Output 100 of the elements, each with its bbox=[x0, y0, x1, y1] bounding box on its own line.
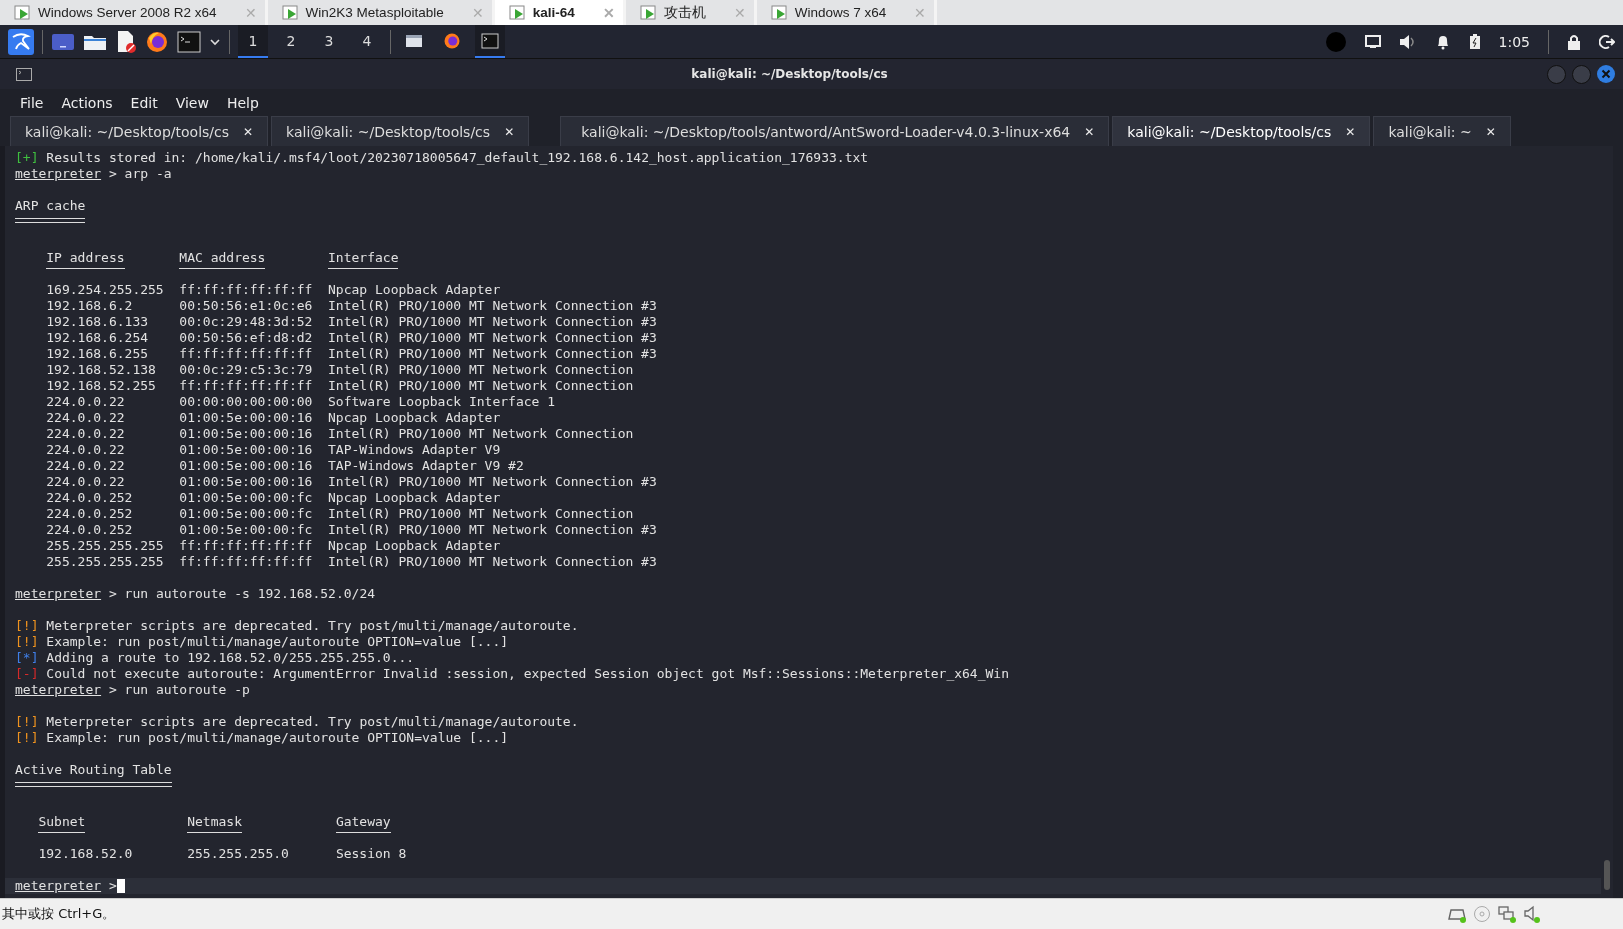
close-button[interactable] bbox=[1597, 65, 1615, 83]
volume-icon[interactable] bbox=[1398, 33, 1417, 50]
caret-icon[interactable] bbox=[209, 36, 221, 47]
vm-icon bbox=[639, 4, 658, 21]
table-cell: Intel(R) PRO/1000 MT Network Connection #3 bbox=[328, 298, 657, 313]
menu-item[interactable]: Edit bbox=[130, 94, 158, 111]
column-header: Subnet bbox=[38, 814, 86, 829]
close-icon[interactable]: ✕ bbox=[1084, 124, 1095, 139]
network-adapter-icon[interactable] bbox=[1497, 905, 1517, 923]
output-line: [!] Example: run post/multi/manage/autoroute OPTION=value [...] bbox=[15, 634, 510, 650]
terminal-tab[interactable]: kali@kali: ~/Desktop/tools/cs ✕ bbox=[271, 116, 530, 146]
table-cell: Software Loopback Interface 1 bbox=[328, 394, 556, 409]
table-cell: Intel(R) PRO/1000 MT Network Connection bbox=[328, 362, 634, 377]
table-cell: 255.255.255.255 bbox=[46, 538, 164, 553]
table-cell: 192.168.6.254 bbox=[46, 330, 149, 345]
prompt: meterpreter bbox=[15, 166, 102, 181]
table-cell: 169.254.255.255 bbox=[46, 282, 164, 297]
workspace-button[interactable]: 4 bbox=[352, 25, 382, 58]
table-cell: 255.255.255.255 bbox=[46, 554, 164, 569]
status-text: 其中或按 Ctrl+G。 bbox=[2, 905, 116, 923]
vm-icon bbox=[14, 4, 32, 21]
command-text: > bbox=[108, 878, 117, 893]
lock-icon[interactable] bbox=[1567, 33, 1581, 50]
close-icon[interactable]: ✕ bbox=[504, 124, 515, 139]
clock[interactable]: 1:05 bbox=[1498, 33, 1530, 50]
output-line: [-] Could not execute autoroute: ArgumentError Invalid :session, expected Session object got Msf::Sessions::Meterpreter_x64_Win bbox=[15, 666, 1010, 682]
table-cell: Intel(R) PRO/1000 MT Network Connection #3 bbox=[328, 330, 657, 345]
workspace-button[interactable]: 2 bbox=[276, 25, 306, 58]
output-line: [*] Adding a route to 192.168.52.0/255.255.255.0... bbox=[15, 650, 416, 666]
table-cell: 00:50:56:ef:d8:d2 bbox=[179, 330, 313, 345]
table-cell: 224.0.0.252 bbox=[46, 506, 133, 521]
table-cell: ff:ff:ff:ff:ff:ff bbox=[179, 538, 313, 553]
terminal-tab[interactable]: kali@kali: ~/Desktop/tools/cs ✕ bbox=[1112, 116, 1371, 146]
menu-item[interactable]: View bbox=[175, 94, 209, 111]
table-cell: Npcap Loopback Adapter bbox=[328, 410, 501, 425]
table-cell: 224.0.0.22 bbox=[46, 474, 125, 489]
vm-icon bbox=[770, 4, 789, 21]
table-cell: Intel(R) PRO/1000 MT Network Connection #3 bbox=[328, 554, 657, 569]
table-cell: TAP-Windows Adapter V9 bbox=[328, 442, 501, 457]
table-cell: 224.0.0.252 bbox=[46, 490, 133, 505]
vm-icon bbox=[508, 4, 527, 21]
battery-icon[interactable] bbox=[1468, 33, 1481, 50]
table-cell: ff:ff:ff:ff:ff:ff bbox=[179, 378, 313, 393]
terminal-icon bbox=[16, 67, 32, 81]
network-icon[interactable] bbox=[1364, 34, 1381, 49]
table-cell: Intel(R) PRO/1000 MT Network Connection #3 bbox=[328, 522, 657, 537]
terminal-task-icon[interactable] bbox=[475, 25, 505, 58]
column-header: Gateway bbox=[335, 814, 391, 829]
table-cell: Intel(R) PRO/1000 MT Network Connection #3 bbox=[328, 474, 657, 489]
table-cell: Intel(R) PRO/1000 MT Network Connection bbox=[328, 378, 634, 393]
table-cell: 192.168.52.0 bbox=[38, 846, 133, 861]
table-cell: 01:00:5e:00:00:16 bbox=[179, 426, 313, 441]
column-header: IP address bbox=[46, 250, 125, 265]
table-cell: Npcap Loopback Adapter bbox=[328, 490, 501, 505]
terminal-tab[interactable]: kali@kali: ~/Desktop/tools/antword/AntSword-Loader-v4.0.3-linux-x64 ✕ bbox=[560, 116, 1110, 146]
output-line: [!] Meterpreter scripts are deprecated. Try post/multi/manage/autoroute. bbox=[15, 618, 580, 634]
table-cell: ff:ff:ff:ff:ff:ff bbox=[179, 282, 313, 297]
table-cell: 224.0.0.22 bbox=[46, 458, 125, 473]
command-text: > arp -a bbox=[108, 166, 172, 181]
workspace-button[interactable]: 1 bbox=[238, 25, 268, 58]
close-icon[interactable]: ✕ bbox=[1345, 124, 1356, 139]
close-icon[interactable]: ✕ bbox=[1485, 124, 1496, 139]
table-cell: 192.168.6.2 bbox=[46, 298, 133, 313]
terminal-tab[interactable]: kali@kali: ~ ✕ bbox=[1373, 116, 1511, 146]
table-cell: 224.0.0.22 bbox=[46, 410, 125, 425]
prompt: meterpreter bbox=[15, 586, 102, 601]
section-heading: ARP cache bbox=[15, 198, 86, 214]
table-cell: 00:00:00:00:00:00 bbox=[179, 394, 313, 409]
table-cell: Intel(R) PRO/1000 MT Network Connection #3 bbox=[328, 314, 657, 329]
menu-item[interactable]: File bbox=[20, 94, 44, 111]
table-cell: 01:00:5e:00:00:16 bbox=[179, 442, 313, 457]
desktop-icon[interactable] bbox=[51, 31, 75, 52]
speaker-icon[interactable] bbox=[1523, 905, 1543, 923]
terminal-tab[interactable]: kali@kali: ~/Desktop/tools/cs ✕ bbox=[10, 116, 269, 146]
table-cell: 224.0.0.22 bbox=[46, 442, 125, 457]
dragon-logo-icon[interactable] bbox=[8, 28, 34, 55]
table-cell: Npcap Loopback Adapter bbox=[328, 538, 501, 553]
close-icon[interactable]: ✕ bbox=[243, 124, 254, 139]
table-cell: Intel(R) PRO/1000 MT Network Connection bbox=[328, 506, 634, 521]
menu-item[interactable]: Actions bbox=[61, 94, 113, 111]
table-cell: 00:0c:29:48:3d:52 bbox=[179, 314, 313, 329]
table-cell: 01:00:5e:00:00:16 bbox=[179, 458, 313, 473]
table-cell: 01:00:5e:00:00:fc bbox=[179, 522, 313, 537]
workspace-button[interactable]: 3 bbox=[314, 25, 344, 58]
table-cell: 192.168.6.255 bbox=[46, 346, 149, 361]
scrollbar-thumb[interactable] bbox=[1604, 860, 1610, 890]
table-cell: 255.255.255.0 bbox=[187, 846, 289, 861]
column-header: MAC address bbox=[179, 250, 266, 265]
firefox-icon[interactable] bbox=[145, 29, 169, 54]
table-cell: Npcap Loopback Adapter bbox=[328, 282, 501, 297]
vm-tab[interactable]: kali-64 ✕ bbox=[494, 0, 626, 25]
vm-icon bbox=[281, 4, 300, 21]
document-icon[interactable] bbox=[115, 29, 137, 54]
logout-icon[interactable] bbox=[1599, 33, 1615, 50]
table-cell: 224.0.0.22 bbox=[46, 426, 125, 441]
terminal-icon[interactable] bbox=[177, 30, 201, 53]
prompt: meterpreter bbox=[15, 878, 102, 893]
menu-item[interactable]: Help bbox=[226, 94, 259, 111]
command-text: > run autoroute -s 192.168.52.0/24 bbox=[108, 586, 376, 601]
table-cell: 00:0c:29:c5:3c:79 bbox=[179, 362, 313, 377]
